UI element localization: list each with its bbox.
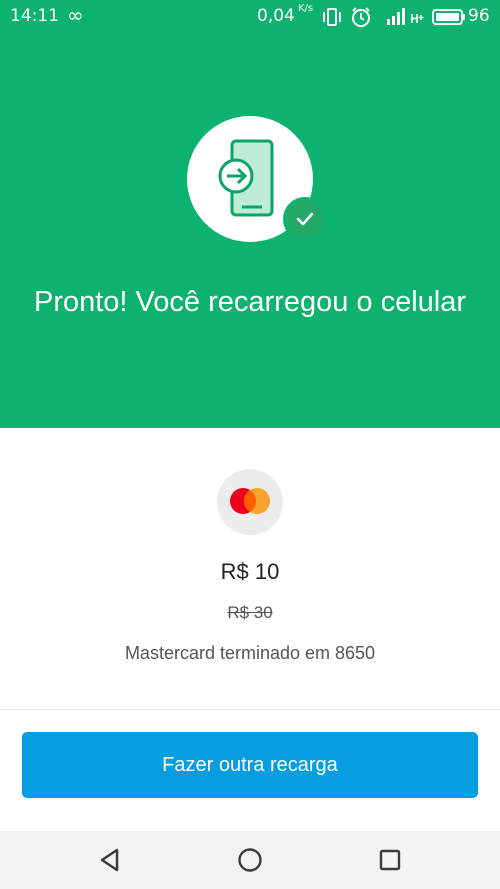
navigation-bar xyxy=(0,831,500,889)
battery-level: 96 xyxy=(468,6,490,26)
recents-icon[interactable] xyxy=(375,845,405,875)
success-header: Pronto! Você recarregou o celular xyxy=(0,34,500,428)
recharge-amount: R$ 10 xyxy=(220,559,280,584)
network-speed-unit: K/s xyxy=(298,3,314,14)
status-time: 14:11 xyxy=(10,6,59,26)
network-speed: 0,04 xyxy=(257,6,295,26)
card-description: Mastercard terminado em 8650 xyxy=(124,643,376,663)
alarm-icon xyxy=(352,7,370,27)
new-recharge-button[interactable]: Fazer outra recarga xyxy=(22,732,478,798)
status-bar: 14:11 ∞ 0,04 K/s 96 xyxy=(0,0,500,34)
success-title: Pronto! Você recarregou o celular xyxy=(33,286,467,318)
back-icon[interactable] xyxy=(96,845,126,875)
battery-icon xyxy=(432,9,465,25)
signal-icon xyxy=(387,8,405,25)
hplus-icon xyxy=(411,14,424,23)
original-amount: R$ 30 xyxy=(227,603,273,622)
check-icon xyxy=(283,197,327,241)
home-icon[interactable] xyxy=(235,845,265,875)
vibrate-icon xyxy=(323,8,341,26)
mastercard-icon xyxy=(230,488,270,514)
divider xyxy=(0,709,500,710)
infinity-icon: ∞ xyxy=(67,3,84,27)
phone-recharge-icon xyxy=(218,139,274,217)
